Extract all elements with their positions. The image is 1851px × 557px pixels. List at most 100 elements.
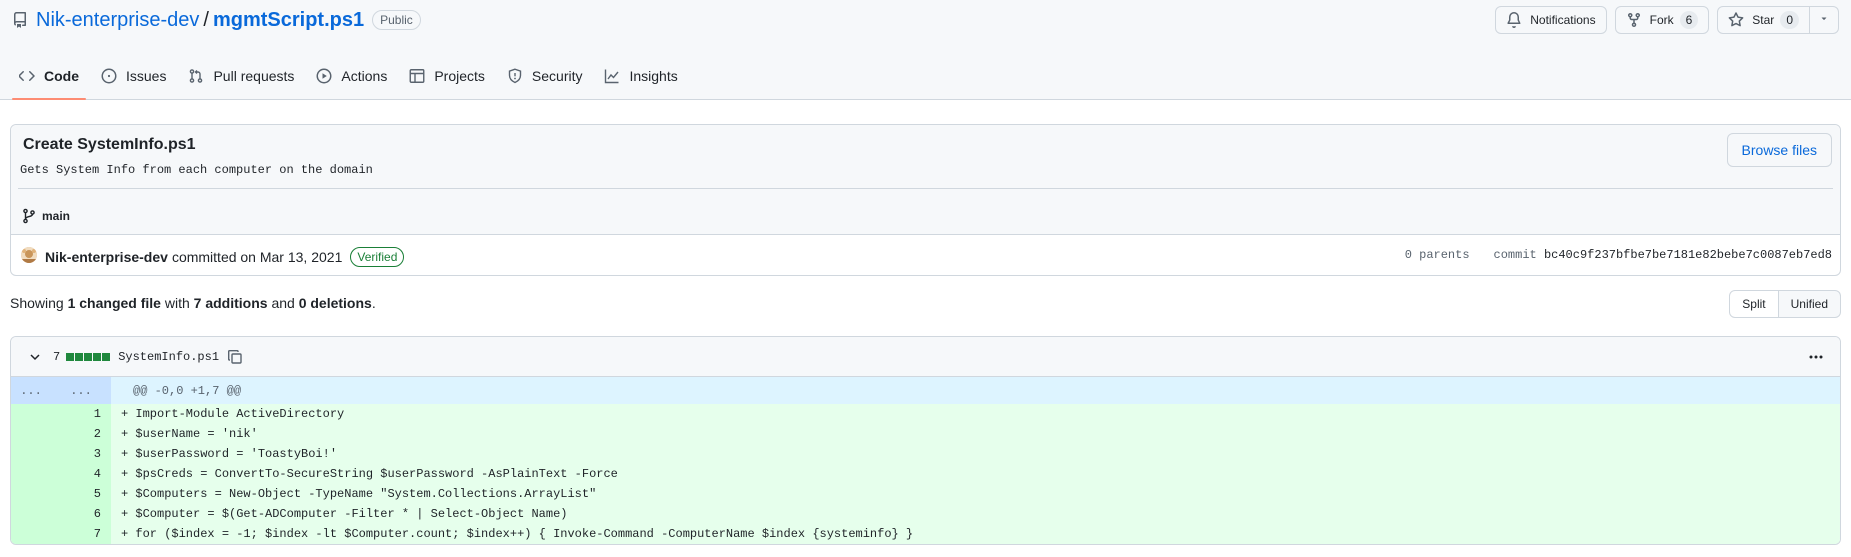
fork-count: 6: [1679, 11, 1699, 29]
commit-description: Gets System Info from each computer on t…: [20, 163, 373, 177]
line-code: + $userPassword = 'ToastyBoi!': [111, 444, 1840, 464]
bell-icon: [1506, 12, 1522, 28]
chevron-down-icon[interactable]: [27, 349, 43, 365]
verified-badge[interactable]: Verified: [350, 247, 405, 267]
branch-name: main: [42, 209, 71, 223]
fork-label: Fork: [1649, 13, 1674, 27]
summary-prefix: Showing: [10, 295, 64, 311]
play-icon: [316, 68, 332, 84]
unified-view-button[interactable]: Unified: [1778, 290, 1841, 318]
diff-line: 2 + $userName = 'nik': [11, 424, 1840, 444]
git-pull-request-icon: [188, 68, 204, 84]
repo-header: Nik-enterprise-dev / mgmtScript.ps1 Publ…: [0, 0, 1851, 100]
diff-line: 3 + $userPassword = 'ToastyBoi!': [11, 444, 1840, 464]
fork-button[interactable]: Fork 6: [1614, 6, 1710, 34]
new-line-number[interactable]: 6: [61, 504, 111, 524]
shield-icon: [507, 68, 523, 84]
repo-tabs: Code Issues Pull requests Actions Projec…: [8, 52, 689, 100]
new-line-number[interactable]: 7: [61, 524, 111, 544]
commit-author-line: Nik-enterprise-dev committed on Mar 13, …: [45, 247, 405, 267]
tab-label: Projects: [434, 68, 485, 84]
tab-label: Issues: [126, 68, 167, 84]
repo-title: Nik-enterprise-dev / mgmtScript.ps1 Publ…: [12, 8, 421, 32]
table-icon: [409, 68, 425, 84]
repo-name-link[interactable]: mgmtScript.ps1: [213, 9, 364, 32]
hunk-header: @@ -0,0 +1,7 @@: [111, 377, 1840, 404]
issue-opened-icon: [101, 68, 117, 84]
diff-view-toggle: Split Unified: [1729, 290, 1841, 318]
tab-label: Insights: [629, 68, 678, 84]
file-name[interactable]: SystemInfo.ps1: [118, 350, 219, 364]
diff-line: 7 + for ($index = -1; $index -lt $Comput…: [11, 524, 1840, 544]
old-line-number: [11, 444, 61, 464]
commit-sha: bc40c9f237bfbe7be7181e82bebe7c0087eb7ed8: [1543, 248, 1832, 262]
new-line-number[interactable]: 1: [61, 404, 111, 424]
repo-actions: Notifications Fork 6 Star 0: [1495, 6, 1839, 34]
tab-pull-requests[interactable]: Pull requests: [177, 52, 305, 100]
repo-forked-icon: [1626, 12, 1642, 28]
triangle-down-icon: [1819, 13, 1829, 27]
divider: [18, 188, 1833, 189]
changed-files-count: 1 changed file: [67, 295, 161, 311]
file-header: 7 SystemInfo.ps1: [11, 337, 1840, 377]
star-count: 0: [1780, 11, 1799, 29]
diff-line: 1 + Import-Module ActiveDirectory: [11, 404, 1840, 424]
new-line-number[interactable]: 3: [61, 444, 111, 464]
avatar[interactable]: [21, 247, 37, 263]
tab-label: Code: [44, 68, 79, 84]
split-view-button[interactable]: Split: [1729, 290, 1779, 318]
diff-summary: Showing 1 changed file with 7 additions …: [10, 295, 376, 311]
diff-line: 6 + $Computer = $(Get-ADComputer -Filter…: [11, 504, 1840, 524]
star-button[interactable]: Star 0: [1717, 6, 1810, 34]
diff-file: 7 SystemInfo.ps1 ... ... @@ -0,0 +1,7 @@…: [10, 336, 1841, 545]
diff-table: ... ... @@ -0,0 +1,7 @@ 1 + Import-Modul…: [11, 377, 1840, 544]
summary-suffix: .: [371, 295, 376, 311]
browse-files-button[interactable]: Browse files: [1726, 133, 1832, 167]
repo-icon: [12, 12, 28, 28]
visibility-badge: Public: [372, 10, 421, 30]
line-code: + $Computers = New-Object -TypeName "Sys…: [111, 484, 1840, 504]
new-line-number[interactable]: 2: [61, 424, 111, 444]
diff-line: 5 + $Computers = New-Object -TypeName "S…: [11, 484, 1840, 504]
tab-insights[interactable]: Insights: [593, 52, 688, 100]
branch-ref[interactable]: main: [21, 208, 70, 224]
author-link[interactable]: Nik-enterprise-dev: [45, 249, 168, 265]
tab-label: Security: [531, 68, 583, 84]
new-line-number[interactable]: 4: [61, 464, 111, 484]
parents-count: 0 parents: [1404, 248, 1470, 262]
old-line-number: [11, 484, 61, 504]
kebab-horizontal-icon[interactable]: [1808, 349, 1824, 365]
hunk-expand-right[interactable]: ...: [61, 377, 111, 404]
tab-issues[interactable]: Issues: [90, 52, 177, 100]
graph-icon: [604, 68, 620, 84]
diff-line: 4 + $psCreds = ConvertTo-SecureString $u…: [11, 464, 1840, 484]
old-line-number: [11, 524, 61, 544]
summary-and: and: [271, 295, 295, 311]
old-line-number: [11, 504, 61, 524]
tab-code[interactable]: Code: [8, 52, 90, 100]
copy-icon[interactable]: [227, 349, 243, 365]
star-label: Star: [1752, 13, 1775, 27]
old-line-number: [11, 424, 61, 444]
tab-projects[interactable]: Projects: [398, 52, 496, 100]
file-change-count: 7: [53, 349, 61, 364]
line-code: + for ($index = -1; $index -lt $Computer…: [111, 524, 1840, 544]
old-line-number: [11, 464, 61, 484]
line-code: + $Computer = $(Get-ADComputer -Filter *…: [111, 504, 1840, 524]
hunk-expand-left[interactable]: ...: [11, 377, 61, 404]
summary-with: with: [164, 295, 190, 311]
notifications-button[interactable]: Notifications: [1495, 6, 1607, 34]
tab-actions[interactable]: Actions: [305, 52, 398, 100]
old-line-number: [11, 404, 61, 424]
commit-date: committed on Mar 13, 2021: [171, 249, 343, 265]
new-line-number[interactable]: 5: [61, 484, 111, 504]
commit-label: commit: [1493, 248, 1537, 262]
repo-owner-link[interactable]: Nik-enterprise-dev: [36, 9, 199, 32]
tab-label: Actions: [341, 68, 388, 84]
tab-label: Pull requests: [213, 68, 295, 84]
repo-separator: /: [203, 8, 209, 31]
line-code: + $userName = 'nik': [111, 424, 1840, 444]
star-dropdown-button[interactable]: [1810, 6, 1839, 34]
tab-security[interactable]: Security: [496, 52, 594, 100]
git-branch-icon: [21, 208, 37, 224]
